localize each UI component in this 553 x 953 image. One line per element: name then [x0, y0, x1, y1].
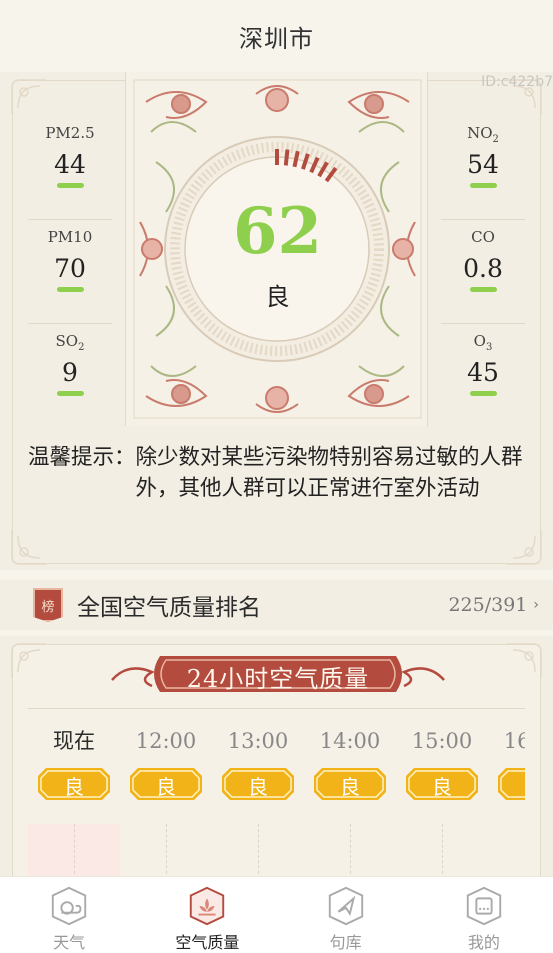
- divider: [28, 708, 525, 709]
- weather-icon: [51, 886, 87, 926]
- tab-label: 我的: [467, 933, 500, 952]
- header: 深圳市: [0, 0, 553, 72]
- page-id: ID:c422b7: [481, 74, 553, 90]
- pollutant-list-right: NO2 54 CO 0.8 O3 45: [441, 116, 525, 428]
- tab-quotes[interactable]: 句库: [277, 877, 415, 953]
- quotes-icon: [328, 886, 363, 926]
- metric-label: NO2: [467, 124, 499, 145]
- metric-so2[interactable]: SO2 9: [28, 324, 112, 428]
- corner-ornament-icon: [505, 642, 543, 680]
- ranking-count: 225/391 ›: [448, 594, 539, 616]
- metric-pm25[interactable]: PM2.5 44: [28, 116, 112, 220]
- level-bar: [56, 183, 84, 188]
- ranking-value: 225/391: [448, 594, 528, 616]
- level-bar: [469, 183, 497, 188]
- corner-ornament-icon: [10, 642, 48, 680]
- metric-label: SO2: [55, 332, 85, 353]
- bottom-tab-bar: 天气 空气质量 句库 我的: [0, 876, 553, 953]
- corner-ornament-icon: [10, 78, 48, 116]
- hour-item[interactable]: 15:00 良: [402, 726, 482, 800]
- metric-value: 54: [467, 150, 499, 179]
- tab-profile[interactable]: 我的: [415, 877, 553, 953]
- hour-item[interactable]: 现在 良: [34, 726, 114, 800]
- aqi-level-badge: 良: [38, 768, 110, 800]
- hour-time: 现在: [53, 729, 95, 753]
- air-quality-icon: [190, 886, 225, 926]
- hour-item[interactable]: 14:00 良: [310, 726, 390, 800]
- health-tip: 温馨提示： 除少数对某些污染物特别容易过敏的人群外，其他人群可以正常进行室外活动: [28, 442, 528, 504]
- aqi-level-badge: 良: [130, 768, 202, 800]
- metric-label: PM2.5: [45, 124, 95, 142]
- air-quality-card: PM2.5 44 PM10 70 SO2 9 62 良 NO2 54 CO 0.…: [0, 72, 553, 570]
- aqi-level-badge: 良: [406, 768, 478, 800]
- national-ranking-row[interactable]: 榜 全国空气质量排名 225/391 ›: [0, 580, 553, 630]
- metric-no2[interactable]: NO2 54: [441, 116, 525, 220]
- tip-text: 除少数对某些污染物特别容易过敏的人群外，其他人群可以正常进行室外活动: [135, 445, 523, 501]
- metric-value: 44: [54, 150, 86, 179]
- hour-time: 12:00: [135, 729, 197, 753]
- aqi-value: 62: [232, 194, 323, 269]
- metric-value: 70: [54, 254, 86, 283]
- tab-air-quality[interactable]: 空气质量: [138, 877, 276, 953]
- hourly-scroll-list[interactable]: 现在 良 12:00 良 13:00 良 14:00 良 15:00 良 16: [28, 726, 525, 866]
- tab-label: 天气: [53, 933, 86, 952]
- aqi-level-badge: 良: [222, 768, 294, 800]
- city-title[interactable]: 深圳市: [239, 19, 314, 54]
- hour-item[interactable]: 16:00 良: [494, 726, 525, 800]
- metric-label: O3: [473, 332, 493, 353]
- hourly-title: 24小时空气质量: [186, 665, 370, 693]
- level-bar: [469, 287, 497, 292]
- hour-time: 16:00: [503, 729, 525, 753]
- hourly-title-ribbon: 24小时空气质量: [108, 650, 448, 698]
- aqi-level-badge: 良: [314, 768, 386, 800]
- aqi-level-badge: 良: [498, 768, 525, 800]
- profile-icon: [466, 886, 502, 926]
- pollutant-list-left: PM2.5 44 PM10 70 SO2 9: [28, 116, 112, 428]
- ranking-title: 全国空气质量排名: [77, 595, 261, 621]
- metric-pm10[interactable]: PM10 70: [28, 220, 112, 324]
- level-bar: [469, 391, 497, 396]
- aqi-medallion[interactable]: 62 良: [125, 72, 428, 426]
- metric-co[interactable]: CO 0.8: [441, 220, 525, 324]
- aqi-level: 良: [265, 283, 290, 311]
- metric-o3[interactable]: O3 45: [441, 324, 525, 428]
- metric-value: 9: [62, 358, 78, 387]
- corner-ornament-icon: [505, 528, 543, 566]
- metric-value: 0.8: [463, 254, 503, 283]
- corner-ornament-icon: [10, 528, 48, 566]
- tip-label: 温馨提示：: [28, 445, 136, 470]
- level-bar: [56, 391, 84, 396]
- level-bar: [56, 287, 84, 292]
- metric-value: 45: [467, 358, 499, 387]
- hour-item[interactable]: 12:00 良: [126, 726, 206, 800]
- hour-time: 14:00: [319, 729, 381, 753]
- hourly-air-quality-card: 24小时空气质量 现在 良 12:00 良 13:00 良 14:00 良 15…: [0, 636, 553, 881]
- tab-label: 空气质量: [175, 933, 240, 952]
- ranking-badge-icon: 榜: [33, 588, 63, 622]
- aqi-progress-tick: [283, 149, 290, 166]
- metric-label: CO: [471, 228, 495, 246]
- hour-item[interactable]: 13:00 良: [218, 726, 298, 800]
- hour-time: 13:00: [227, 729, 289, 753]
- chevron-right-icon: ›: [533, 597, 539, 613]
- metric-label: PM10: [47, 228, 93, 246]
- tab-label: 句库: [329, 933, 362, 952]
- tab-weather[interactable]: 天气: [0, 877, 138, 953]
- hour-time: 15:00: [411, 729, 473, 753]
